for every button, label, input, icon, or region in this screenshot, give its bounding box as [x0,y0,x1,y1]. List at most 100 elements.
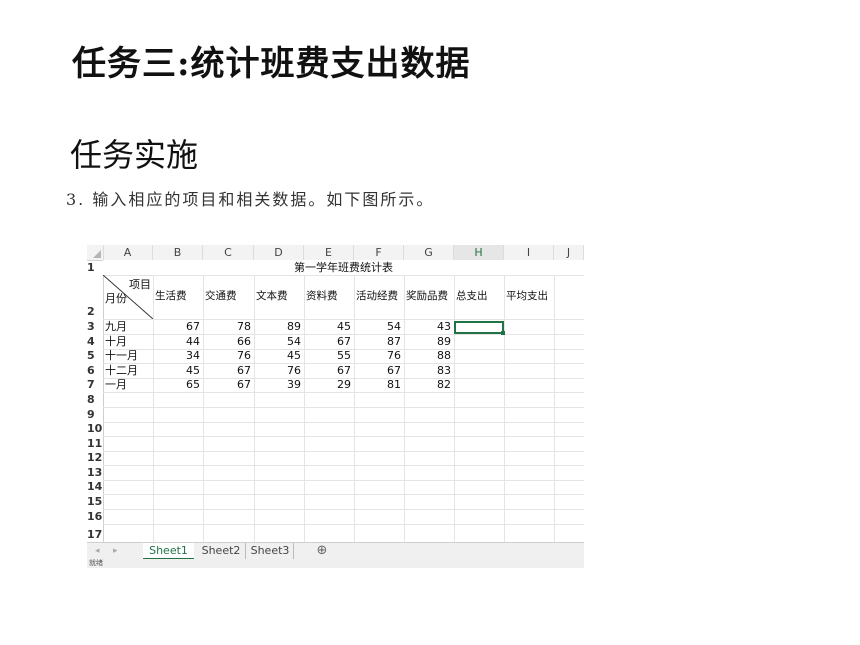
row-header-11[interactable]: 11 [87,436,102,451]
row-header-5[interactable]: 5 [87,349,102,363]
value-cell[interactable]: 54 [254,334,301,349]
value-cell[interactable]: 83 [404,363,451,378]
grid-line-horizontal [103,494,584,495]
row-header-2[interactable]: 2 [87,275,102,319]
value-cell[interactable]: 54 [354,319,401,334]
grid-line-vertical [203,260,204,542]
status-text: 就绪 [89,559,103,567]
grid-line-horizontal [103,407,584,408]
row-header-9[interactable]: 9 [87,407,102,422]
value-cell[interactable]: 88 [404,349,451,363]
column-header-c[interactable]: C [203,245,254,260]
value-cell[interactable]: 87 [354,334,401,349]
diagonal-header-top[interactable]: 项目 [121,278,151,292]
row-header-7[interactable]: 7 [87,378,102,392]
row-header-10[interactable]: 10 [87,422,102,436]
column-header-d[interactable]: D [254,245,304,260]
column-header-i[interactable]: I [504,245,554,260]
sheet-title-cell[interactable]: 第一学年班费统计表 [103,260,584,275]
month-cell[interactable]: 九月 [105,319,151,334]
column-header-j[interactable]: J [554,245,584,260]
tab-sheet3[interactable]: Sheet3 [247,543,294,560]
status-bar: 就绪 [87,559,584,568]
header-cell[interactable]: 生活费 [155,289,202,303]
month-cell[interactable]: 十一月 [105,349,151,363]
grid-line-horizontal [103,465,584,466]
grid-line-horizontal [103,524,584,525]
value-cell[interactable]: 76 [203,349,251,363]
column-header-g[interactable]: G [404,245,454,260]
tab-sheet1[interactable]: Sheet1 [143,543,194,560]
row-header-16[interactable]: 16 [87,509,102,524]
grid-line-vertical [254,260,255,542]
column-header-e[interactable]: E [304,245,354,260]
month-cell[interactable]: 一月 [105,378,151,392]
value-cell[interactable]: 78 [203,319,251,334]
grid-line-vertical [504,260,505,542]
value-cell[interactable]: 67 [304,334,351,349]
value-cell[interactable]: 44 [153,334,200,349]
value-cell[interactable]: 45 [254,349,301,363]
value-cell[interactable]: 89 [254,319,301,334]
grid-line-vertical [354,260,355,542]
value-cell[interactable]: 29 [304,378,351,392]
value-cell[interactable]: 45 [153,363,200,378]
header-cell[interactable]: 资料费 [306,289,353,303]
row-header-17[interactable]: 17 [87,524,102,542]
row-header-8[interactable]: 8 [87,392,102,407]
column-header-b[interactable]: B [153,245,203,260]
column-header-bar: ABCDEFGHIJ [87,245,584,262]
row-header-3[interactable]: 3 [87,319,102,334]
select-all-corner[interactable] [87,245,104,260]
header-cell[interactable]: 交通费 [205,289,253,303]
row-header-1[interactable]: 1 [87,260,102,275]
header-cell[interactable]: 平均支出 [506,289,553,303]
month-cell[interactable]: 十月 [105,334,151,349]
grid-line-horizontal [103,275,584,276]
header-cell[interactable]: 文本费 [256,289,303,303]
header-cell[interactable]: 总支出 [456,289,503,303]
grid-line-horizontal [103,480,584,481]
value-cell[interactable]: 45 [304,319,351,334]
row-header-14[interactable]: 14 [87,480,102,494]
diagonal-header-bottom[interactable]: 月份 [105,292,135,306]
value-cell[interactable]: 66 [203,334,251,349]
row-header-6[interactable]: 6 [87,363,102,378]
value-cell[interactable]: 89 [404,334,451,349]
value-cell[interactable]: 55 [304,349,351,363]
column-header-f[interactable]: F [354,245,404,260]
value-cell[interactable]: 76 [254,363,301,378]
selected-cell-h3[interactable] [454,321,505,335]
section-subtitle: 任务实施 [70,136,199,174]
add-sheet-icon[interactable]: ⊕ [312,543,332,560]
scroll-right-icon[interactable]: ▸ [113,543,118,560]
tab-sheet2[interactable]: Sheet2 [197,543,246,560]
value-cell[interactable]: 43 [404,319,451,334]
value-cell[interactable]: 67 [304,363,351,378]
grid-line-horizontal [103,451,584,452]
value-cell[interactable]: 34 [153,349,200,363]
row-header-15[interactable]: 15 [87,494,102,509]
row-header-12[interactable]: 12 [87,451,102,465]
value-cell[interactable]: 39 [254,378,301,392]
row-header-13[interactable]: 13 [87,465,102,480]
value-cell[interactable]: 67 [354,363,401,378]
scroll-left-icon[interactable]: ◂ [95,543,100,560]
value-cell[interactable]: 76 [354,349,401,363]
value-cell[interactable]: 67 [203,363,251,378]
value-cell[interactable]: 81 [354,378,401,392]
value-cell[interactable]: 67 [203,378,251,392]
value-cell[interactable]: 67 [153,319,200,334]
row-header-4[interactable]: 4 [87,334,102,349]
value-cell[interactable]: 65 [153,378,200,392]
column-header-a[interactable]: A [103,245,153,260]
grid-line-vertical [404,260,405,542]
value-cell[interactable]: 82 [404,378,451,392]
grid-line-vertical [153,260,154,542]
spreadsheet-screenshot: ABCDEFGHIJ 1 2 3 4 5 6 7 8 9 10 11 12 13 14 15 16 17 第一学… [87,245,584,568]
grid-line-vertical [454,260,455,542]
header-cell[interactable]: 奖励品费 [406,289,453,303]
header-cell[interactable]: 活动经费 [356,289,403,303]
month-cell[interactable]: 十二月 [105,363,151,378]
grid-line-vertical [554,260,555,542]
